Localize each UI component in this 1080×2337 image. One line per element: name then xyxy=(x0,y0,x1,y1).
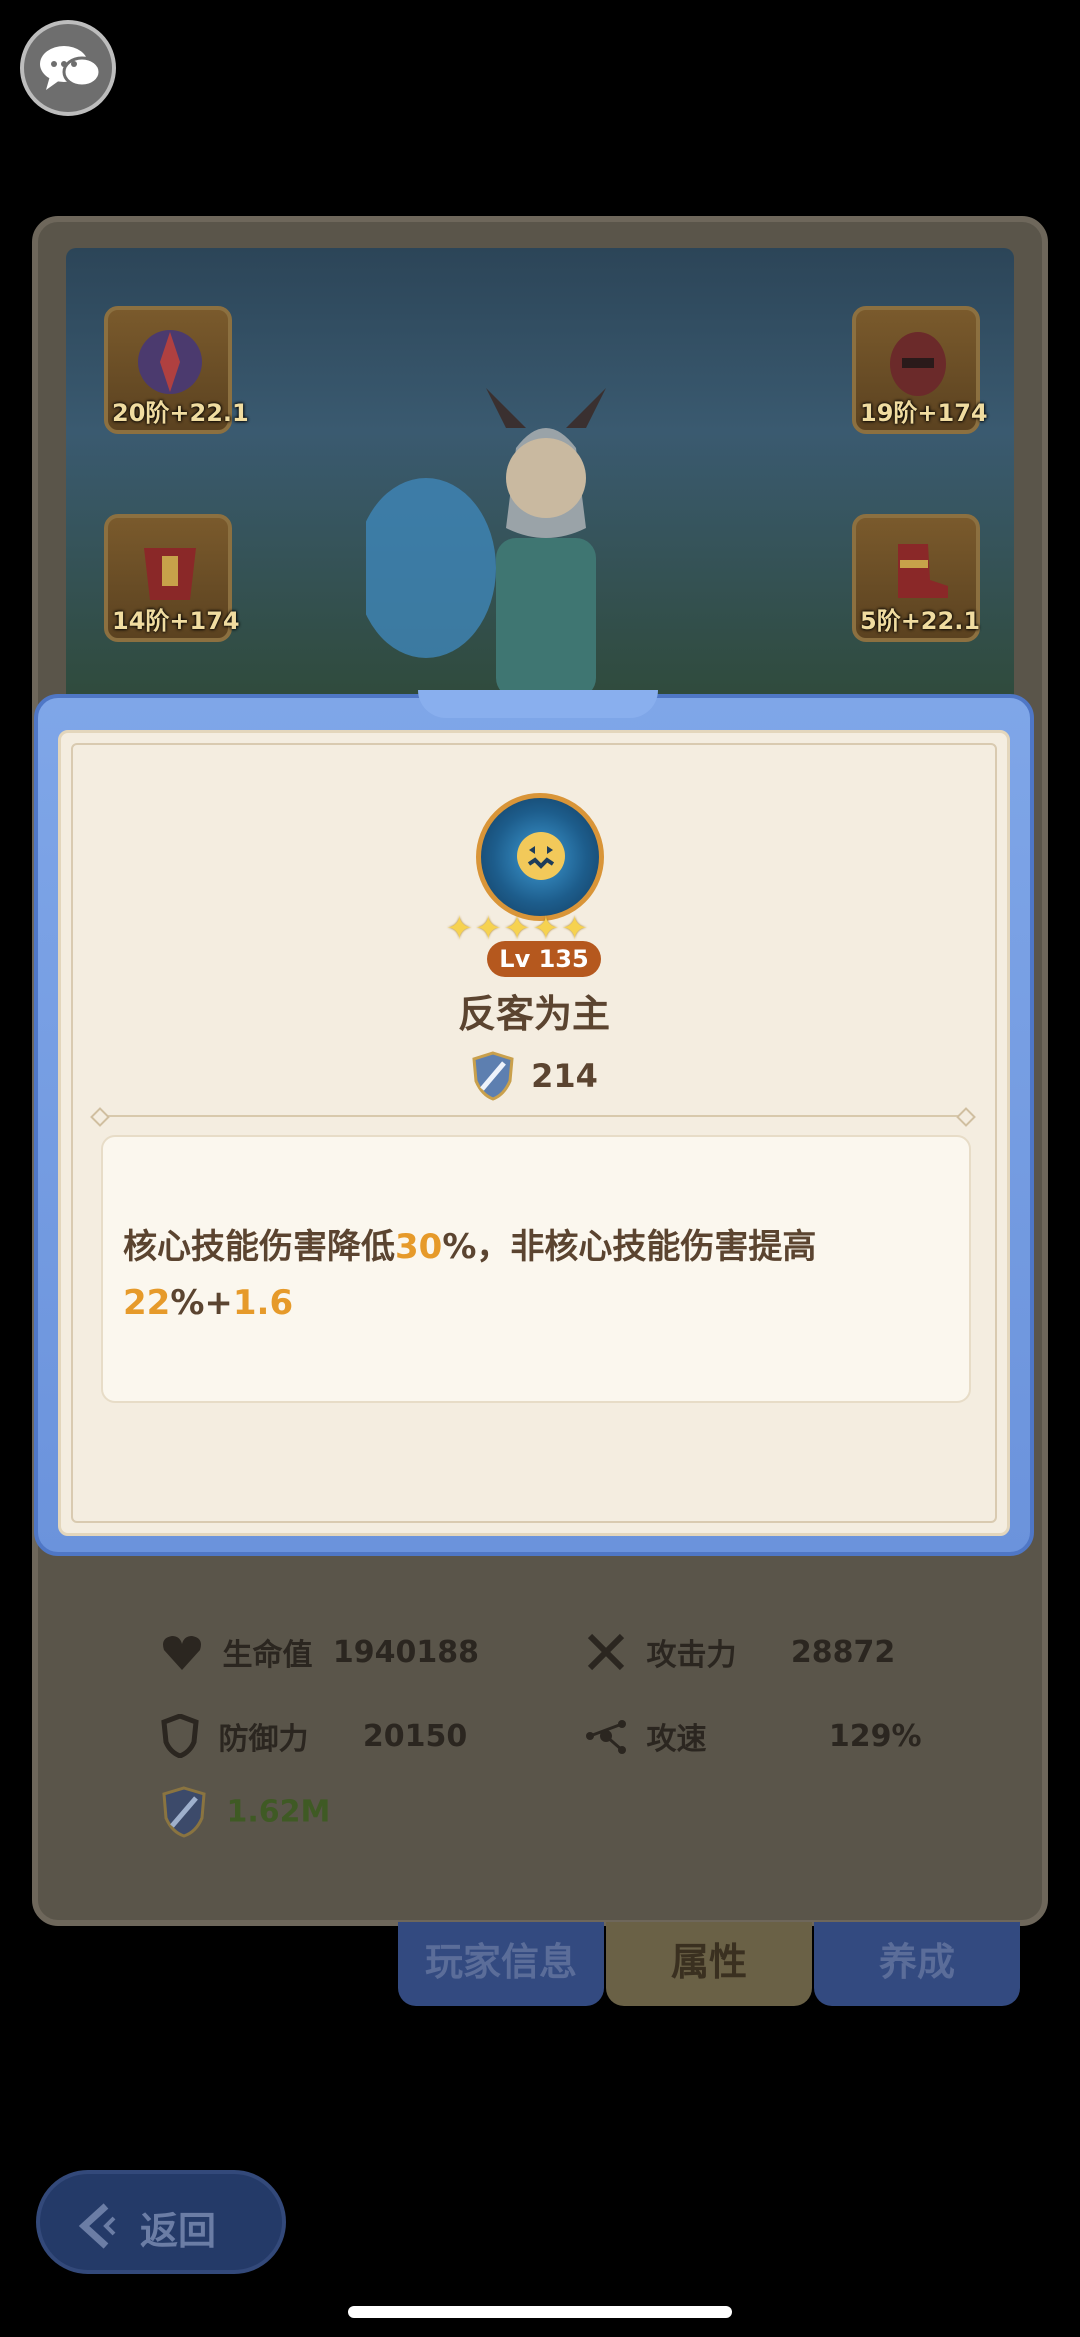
stat-spd-value: 129% xyxy=(828,1718,922,1754)
back-arrow-icon xyxy=(78,2203,116,2249)
desc-value-1: 30 xyxy=(395,1227,443,1267)
stat-def-value: 20150 xyxy=(362,1718,468,1754)
stat-hp-value: 1940188 xyxy=(332,1634,480,1670)
stat-power-value: 1.62M xyxy=(226,1794,331,1830)
skill-name: 反客为主 xyxy=(457,992,610,1036)
equipment-slot-helmet[interactable]: 20阶+22.1 xyxy=(104,306,249,434)
stat-spd-label: 攻速 xyxy=(646,1722,707,1757)
skill-level-badge: Lv 135 xyxy=(487,941,601,977)
stat-atk: 攻击力 28872 xyxy=(584,1630,895,1674)
equipment-level: 19阶+174 xyxy=(860,399,988,427)
lightning-face-icon xyxy=(517,832,565,880)
stat-hp: 生命值 1940188 xyxy=(160,1630,479,1674)
desc-value-2: 22 xyxy=(123,1283,171,1323)
tab-player-info[interactable]: 玩家信息 xyxy=(398,1922,604,2006)
skill-stars: ✦✦✦✦✦ xyxy=(446,909,636,947)
stat-def: 防御力 20150 xyxy=(160,1714,467,1758)
equipment-slot-armor[interactable]: 14阶+174 xyxy=(104,514,240,642)
skill-description: 核心技能伤害降低30%，非核心技能伤害提高 22%+1.6 xyxy=(123,1219,943,1331)
chat-bubbles-icon xyxy=(40,46,102,90)
desc-text-2: %，非核心技能伤害提高 xyxy=(442,1227,817,1267)
star-icon: ✦ xyxy=(446,909,473,947)
attack-speed-icon xyxy=(586,1720,626,1754)
desc-text-1: 核心技能伤害降低 xyxy=(123,1227,395,1267)
shield-icon xyxy=(161,1714,199,1758)
home-indicator[interactable] xyxy=(348,2306,732,2318)
equipment-slot-mask[interactable]: 19阶+174 xyxy=(852,306,988,434)
chat-button[interactable] xyxy=(20,20,116,116)
divider xyxy=(101,1115,965,1117)
mask-icon xyxy=(890,332,946,396)
stat-atk-value: 28872 xyxy=(790,1634,896,1670)
skill-detail-modal[interactable]: ✦✦✦✦✦ Lv 135 反客为主 214 核心技能伤害降低30%，非核心技能伤… xyxy=(34,690,1034,1556)
boots-icon xyxy=(898,544,948,598)
modal-content: ✦✦✦✦✦ Lv 135 反客为主 214 核心技能伤害降低30%，非核心技能伤… xyxy=(58,730,1010,1536)
skill-power-value: 214 xyxy=(531,1057,598,1095)
skill-icon xyxy=(476,793,604,921)
back-label: 返回 xyxy=(140,2209,217,2253)
stat-def-label: 防御力 xyxy=(218,1722,309,1757)
desc-value-3: 1.6 xyxy=(232,1283,294,1323)
combat-power-icon xyxy=(162,1786,206,1838)
combat-power-icon xyxy=(472,1051,514,1101)
equipment-level: 5阶+22.1 xyxy=(860,607,981,635)
helmet-icon xyxy=(138,330,202,394)
character-portrait xyxy=(366,388,606,698)
back-button[interactable]: 返回 xyxy=(36,2170,286,2274)
heart-icon xyxy=(163,1636,201,1670)
stat-spd: 攻速 129% xyxy=(584,1714,922,1758)
desc-text-3: %+ xyxy=(170,1283,233,1323)
crossed-swords-icon xyxy=(587,1633,625,1671)
modal-top-ornament xyxy=(418,690,658,718)
armor-icon xyxy=(144,548,196,600)
equipment-level: 20阶+22.1 xyxy=(112,399,249,427)
tab-attributes[interactable]: 属性 xyxy=(606,1922,812,2006)
skill-power: 214 xyxy=(61,1051,1007,1101)
skill-description-box: 核心技能伤害降低30%，非核心技能伤害提高 22%+1.6 xyxy=(101,1135,971,1403)
stat-power: 1.62M xyxy=(160,1786,330,1838)
stat-atk-label: 攻击力 xyxy=(646,1638,737,1673)
stat-hp-label: 生命值 xyxy=(222,1638,313,1673)
equipment-level: 14阶+174 xyxy=(112,607,240,635)
tab-training[interactable]: 养成 xyxy=(814,1922,1020,2006)
equipment-slot-boots[interactable]: 5阶+22.1 xyxy=(852,514,980,642)
